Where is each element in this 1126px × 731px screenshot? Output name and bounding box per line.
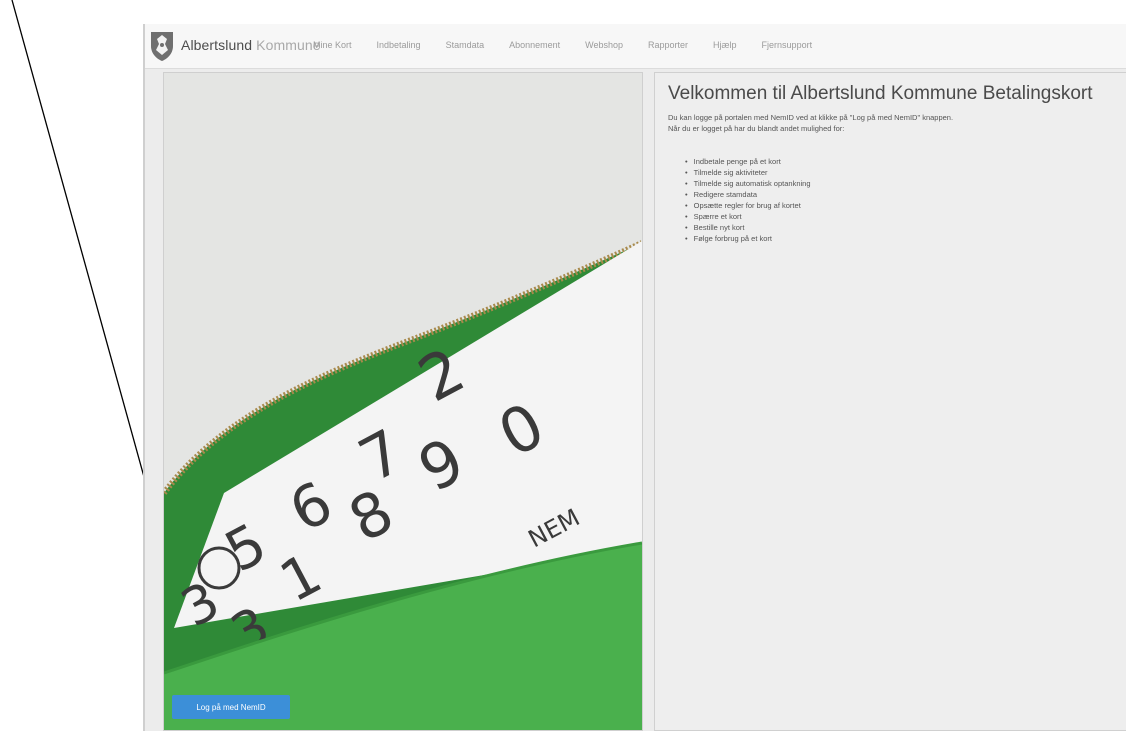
feature-list: Indbetale penge på et kort Tilmelde sig … (685, 156, 811, 244)
main-nav: Mine Kort Indbetaling Stamdata Abonnemen… (313, 40, 837, 50)
welcome-panel: Velkommen til Albertslund Kommune Betali… (654, 72, 1126, 731)
welcome-intro: Du kan logge på portalen med NemID ved a… (668, 112, 1123, 134)
top-navigation-bar: Albertslund Kommune Mine Kort Indbetalin… (145, 24, 1126, 69)
list-item: Følge forbrug på et kort (685, 233, 811, 244)
list-item: Indbetale penge på et kort (685, 156, 811, 167)
nav-item-fjernsupport[interactable]: Fjernsupport (762, 40, 813, 50)
list-item: Spærre et kort (685, 211, 811, 222)
brand-primary: Albertslund (181, 37, 253, 53)
login-nemid-button[interactable]: Log på med NemID (172, 695, 290, 719)
albertslund-crest-icon (151, 32, 173, 61)
brand-name[interactable]: Albertslund Kommune (181, 37, 321, 53)
nav-item-mine-kort[interactable]: Mine Kort (313, 40, 352, 50)
nav-item-hjaelp[interactable]: Hjælp (713, 40, 737, 50)
welcome-title: Velkommen til Albertslund Kommune Betali… (668, 83, 1093, 104)
wallet-nemid-card-image: 2 7 9 0 6 8 5 1 3 3 NEM (164, 73, 642, 730)
nav-item-indbetaling[interactable]: Indbetaling (377, 40, 421, 50)
list-item: Opsætte regler for brug af kortet (685, 200, 811, 211)
list-item: Redigere stamdata (685, 189, 811, 200)
nav-item-abonnement[interactable]: Abonnement (509, 40, 560, 50)
list-item: Tilmelde sig aktiviteter (685, 167, 811, 178)
nav-item-stamdata[interactable]: Stamdata (446, 40, 485, 50)
brand-secondary: Kommune (256, 37, 321, 53)
browser-page: Albertslund Kommune Mine Kort Indbetalin… (143, 24, 1126, 731)
nav-item-rapporter[interactable]: Rapporter (648, 40, 688, 50)
hero-image-panel: 2 7 9 0 6 8 5 1 3 3 NEM Log på med NemID (163, 72, 643, 731)
list-item: Bestille nyt kort (685, 222, 811, 233)
nav-item-webshop[interactable]: Webshop (585, 40, 623, 50)
intro-line-2: Når du er logget på har du blandt andet … (668, 124, 845, 133)
intro-line-1: Du kan logge på portalen med NemID ved a… (668, 113, 954, 122)
list-item: Tilmelde sig automatisk optankning (685, 178, 811, 189)
